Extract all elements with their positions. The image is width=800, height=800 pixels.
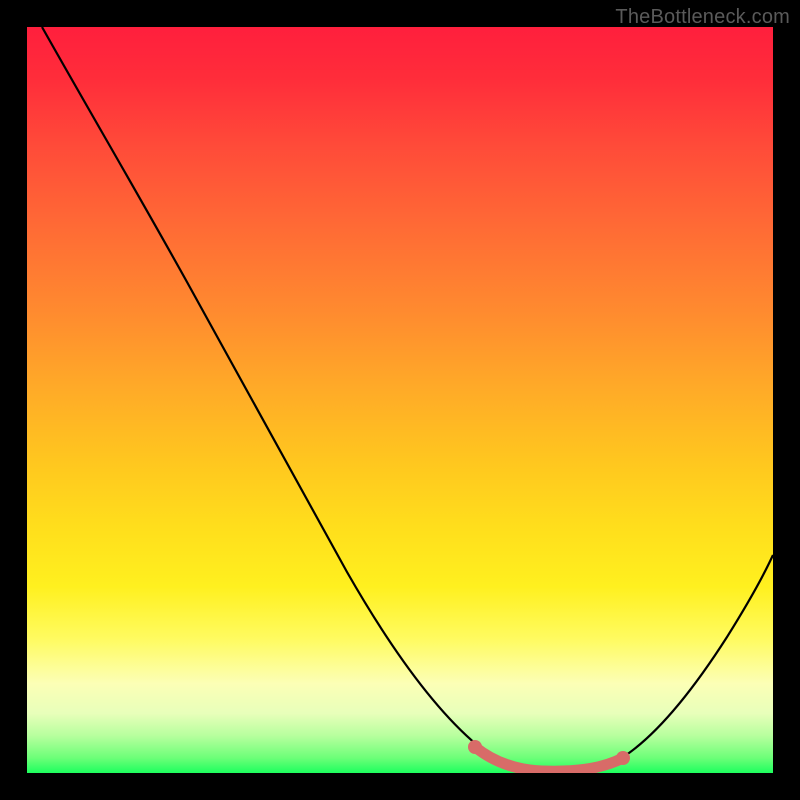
chart-overlay-svg xyxy=(27,27,773,773)
watermark-text: TheBottleneck.com xyxy=(615,6,790,29)
chart-curve xyxy=(42,27,773,771)
chart-highlight-dot-left xyxy=(468,740,482,754)
chart-highlight-band xyxy=(475,747,623,771)
chart-highlight-dot-right xyxy=(616,751,630,765)
chart-plot-area xyxy=(27,27,773,773)
